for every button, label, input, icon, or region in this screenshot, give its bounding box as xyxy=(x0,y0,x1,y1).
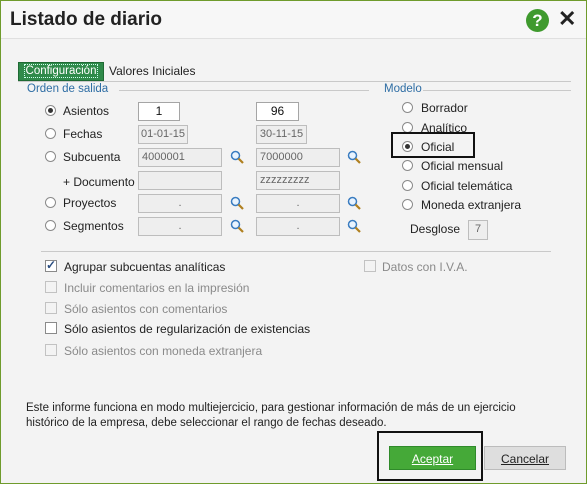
modelo-label: Modelo xyxy=(384,83,422,95)
help-icon[interactable]: ? xyxy=(526,9,549,32)
search-icon[interactable] xyxy=(230,150,244,164)
subcuenta-from-input[interactable]: 4000001 xyxy=(138,148,222,167)
search-icon[interactable] xyxy=(347,196,361,210)
orden-salida-line xyxy=(119,90,369,91)
desglose-input[interactable]: 7 xyxy=(468,220,488,240)
documento-label: + Documento xyxy=(63,175,135,189)
search-icon[interactable] xyxy=(347,150,361,164)
aceptar-button[interactable]: Aceptar xyxy=(389,446,476,470)
check-regularizacion[interactable] xyxy=(45,322,57,334)
radio-borrador[interactable] xyxy=(402,102,413,113)
incluir-comentarios-label: Incluir comentarios en la impresión xyxy=(64,281,250,295)
datos-iva-label: Datos con I.V.A. xyxy=(382,260,468,274)
listado-diario-dialog: Listado de diario ? ✕ Configuración Valo… xyxy=(0,0,587,484)
segmentos-to-input[interactable]: . xyxy=(256,217,340,236)
info-text: Este informe funciona en modo multiejerc… xyxy=(26,402,516,429)
oficial-highlight-box xyxy=(391,132,475,158)
check-moneda-extranjera[interactable] xyxy=(45,344,57,356)
moneda-extranjera-label: Moneda extranjera xyxy=(421,198,522,212)
fechas-label: Fechas xyxy=(63,127,103,141)
subcuenta-to-input[interactable]: 7000000 xyxy=(256,148,340,167)
radio-proyectos[interactable] xyxy=(45,197,56,208)
radio-fechas[interactable] xyxy=(45,128,56,139)
solo-comentarios-label: Sólo asientos con comentarios xyxy=(64,302,228,316)
proyectos-to-input[interactable]: . xyxy=(256,194,340,213)
asientos-to-input[interactable]: 96 xyxy=(256,102,299,121)
radio-segmentos[interactable] xyxy=(45,220,56,231)
cancelar-button[interactable]: Cancelar xyxy=(484,446,566,470)
tab-configuracion[interactable]: Configuración xyxy=(18,62,104,81)
oficial-telematica-label: Oficial telemática xyxy=(421,179,513,193)
documento-from-input[interactable] xyxy=(138,171,222,190)
asientos-label: Asientos xyxy=(63,104,110,118)
borrador-label: Borrador xyxy=(421,101,468,115)
search-icon[interactable] xyxy=(230,219,244,233)
radio-oficial-telematica[interactable] xyxy=(402,180,413,191)
search-icon[interactable] xyxy=(230,196,244,210)
check-incluir-comentarios[interactable] xyxy=(45,281,57,293)
title-bar: Listado de diario ? ✕ xyxy=(1,1,586,39)
window-title: Listado de diario xyxy=(10,9,163,30)
options-divider xyxy=(41,251,551,252)
proyectos-from-input[interactable]: . xyxy=(138,194,222,213)
fechas-from-input[interactable]: 01-01-15 xyxy=(138,125,188,144)
moneda-extranjera-check-label: Sólo asientos con moneda extranjera xyxy=(64,344,263,358)
desglose-label: Desglose xyxy=(410,222,461,236)
cancelar-label: Cancelar xyxy=(500,452,550,466)
modelo-line xyxy=(423,90,571,91)
check-solo-comentarios[interactable] xyxy=(45,302,57,314)
search-icon[interactable] xyxy=(347,219,361,233)
regularizacion-label: Sólo asientos de regularización de exist… xyxy=(64,322,311,336)
agrupar-subcuentas-label: Agrupar subcuentas analíticas xyxy=(64,260,226,274)
documento-to-input[interactable]: zzzzzzzzz xyxy=(256,171,340,190)
oficial-mensual-label: Oficial mensual xyxy=(421,159,504,173)
radio-moneda-extranjera[interactable] xyxy=(402,199,413,210)
aceptar-label: Aceptar xyxy=(411,452,454,466)
subcuenta-label: Subcuenta xyxy=(63,150,121,164)
tab-valores-iniciales[interactable]: Valores Iniciales xyxy=(109,64,195,78)
fechas-to-input[interactable]: 30-11-15 xyxy=(256,125,307,144)
segmentos-label: Segmentos xyxy=(63,219,124,233)
close-icon[interactable]: ✕ xyxy=(558,6,576,32)
radio-asientos[interactable] xyxy=(45,105,56,116)
orden-salida-label: Orden de salida xyxy=(27,83,109,95)
radio-subcuenta[interactable] xyxy=(45,151,56,162)
segmentos-from-input[interactable]: . xyxy=(138,217,222,236)
asientos-from-input[interactable]: 1 xyxy=(138,102,180,121)
tab-divider xyxy=(18,81,571,82)
radio-oficial-mensual[interactable] xyxy=(402,160,413,171)
check-agrupar-subcuentas[interactable] xyxy=(45,258,57,272)
check-datos-iva[interactable] xyxy=(364,260,376,272)
proyectos-label: Proyectos xyxy=(63,196,117,210)
tab-configuracion-label: Configuración xyxy=(23,64,99,78)
